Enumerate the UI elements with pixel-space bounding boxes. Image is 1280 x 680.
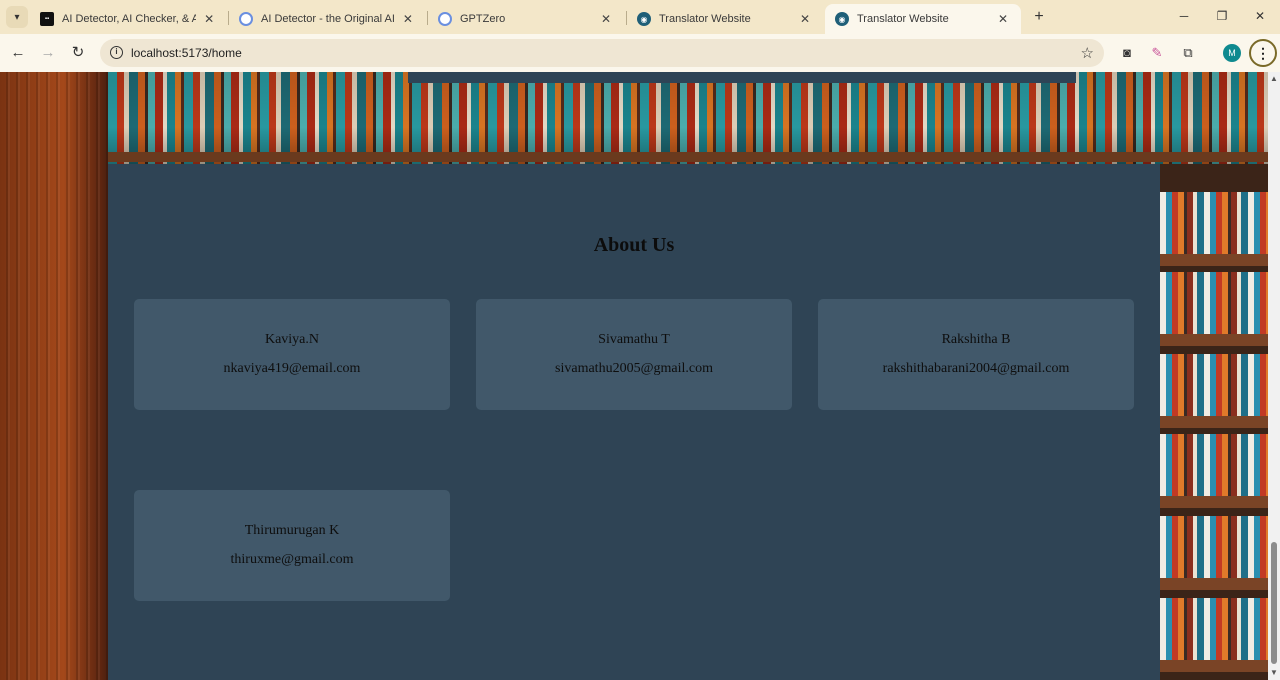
close-icon[interactable]: ✕ bbox=[202, 12, 216, 26]
tab-ai-detector[interactable]: ▪▪ AI Detector, AI Checker, & AI Hu ✕ bbox=[30, 4, 226, 34]
page-scrollbar[interactable]: ▲ ▼ bbox=[1268, 72, 1280, 680]
page-viewport: About Us Kaviya.N nkaviya419@email.com S… bbox=[0, 72, 1268, 680]
robot-extension-icon[interactable]: ◙ bbox=[1118, 44, 1136, 62]
bookshelf-banner-image bbox=[108, 72, 1268, 164]
address-bar[interactable]: i localhost:5173/home ☆ bbox=[100, 39, 1104, 67]
browser-menu-button[interactable]: ⋮ bbox=[1249, 39, 1277, 67]
translator-icon: ◉ bbox=[835, 12, 849, 26]
member-card: Rakshitha B rakshithabarani2004@gmail.co… bbox=[818, 299, 1134, 410]
scroll-down-arrow-icon[interactable]: ▼ bbox=[1270, 668, 1278, 677]
puzzle-extensions-icon[interactable]: ⧉ bbox=[1179, 44, 1197, 62]
site-logo-icon: ▪▪ bbox=[40, 12, 54, 26]
plus-icon: + bbox=[1034, 8, 1044, 25]
url-text[interactable]: localhost:5173/home bbox=[131, 46, 242, 60]
arrow-right-icon: → bbox=[40, 44, 56, 61]
tab-gptzero[interactable]: GPTZero ✕ bbox=[428, 4, 624, 34]
hero-section-bottom bbox=[408, 72, 1076, 83]
about-us-heading: About Us bbox=[593, 234, 675, 256]
bookshelf-side-image bbox=[1160, 164, 1268, 680]
window-close-button[interactable]: ✕ bbox=[1250, 6, 1270, 26]
arrow-left-icon: ← bbox=[10, 44, 26, 61]
info-icon[interactable]: i bbox=[110, 46, 123, 59]
tab-title: Translator Website bbox=[857, 13, 949, 25]
reload-icon: ↻ bbox=[71, 44, 85, 61]
close-icon: ✕ bbox=[1254, 9, 1266, 23]
back-button[interactable]: ← bbox=[8, 43, 28, 63]
new-tab-button[interactable]: + bbox=[1030, 8, 1048, 26]
member-email: nkaviya419@email.com bbox=[223, 361, 361, 376]
pen-extension-icon[interactable]: ✎ bbox=[1148, 44, 1166, 62]
member-card: Kaviya.N nkaviya419@email.com bbox=[134, 299, 450, 410]
tab-translator[interactable]: ◉ Translator Website ✕ bbox=[627, 4, 823, 34]
member-name: Kaviya.N bbox=[264, 332, 320, 347]
browser-toolbar: ← → ↻ i localhost:5173/home ☆ ◙ ✎ ⧉ M ⋮ bbox=[0, 34, 1280, 72]
member-email: rakshithabarani2004@gmail.com bbox=[882, 361, 1070, 376]
member-name: Sivamathu T bbox=[598, 332, 670, 347]
tab-title: AI Detector, AI Checker, & AI Hu bbox=[62, 13, 197, 25]
gptzero-icon bbox=[438, 12, 452, 26]
member-card: Sivamathu T sivamathu2005@gmail.com bbox=[476, 299, 792, 410]
restore-button[interactable]: ❐ bbox=[1212, 6, 1232, 26]
minimize-button[interactable]: ─ bbox=[1174, 6, 1194, 26]
about-us-section: About Us Kaviya.N nkaviya419@email.com S… bbox=[108, 164, 1160, 680]
minimize-icon: ─ bbox=[1179, 9, 1189, 23]
member-email: sivamathu2005@gmail.com bbox=[555, 361, 713, 376]
chevron-down-icon: ▾ bbox=[14, 11, 20, 23]
tab-bar: ▾ ▪▪ AI Detector, AI Checker, & AI Hu ✕ … bbox=[0, 0, 1280, 34]
tab-translator-active[interactable]: ◉ Translator Website ✕ bbox=[825, 4, 1021, 34]
member-name: Rakshitha B bbox=[941, 332, 1011, 347]
tab-title: Translator Website bbox=[659, 13, 751, 25]
profile-avatar[interactable]: M bbox=[1223, 44, 1241, 62]
gptzero-icon bbox=[239, 12, 253, 26]
member-card: Thirumurugan K thiruxme@gmail.com bbox=[134, 490, 450, 601]
tab-search-button[interactable]: ▾ bbox=[6, 6, 28, 28]
member-email: thiruxme@gmail.com bbox=[230, 552, 354, 567]
scrollbar-thumb[interactable] bbox=[1271, 542, 1277, 664]
tab-ai-detector-original[interactable]: AI Detector - the Original AI Ch ✕ bbox=[229, 4, 425, 34]
more-vertical-icon: ⋮ bbox=[1256, 45, 1270, 61]
close-icon[interactable]: ✕ bbox=[598, 12, 614, 26]
restore-icon: ❐ bbox=[1216, 9, 1228, 23]
close-icon[interactable]: ✕ bbox=[401, 12, 415, 26]
star-icon[interactable]: ☆ bbox=[1081, 44, 1094, 62]
close-icon[interactable]: ✕ bbox=[797, 12, 813, 26]
member-name: Thirumurugan K bbox=[244, 523, 340, 538]
tab-title: GPTZero bbox=[460, 13, 506, 25]
reload-button[interactable]: ↻ bbox=[68, 43, 88, 63]
tab-title: AI Detector - the Original AI Ch bbox=[261, 13, 395, 25]
close-icon[interactable]: ✕ bbox=[995, 12, 1011, 26]
scroll-up-arrow-icon[interactable]: ▲ bbox=[1270, 74, 1278, 83]
forward-button[interactable]: → bbox=[38, 43, 58, 63]
translator-icon: ◉ bbox=[637, 12, 651, 26]
